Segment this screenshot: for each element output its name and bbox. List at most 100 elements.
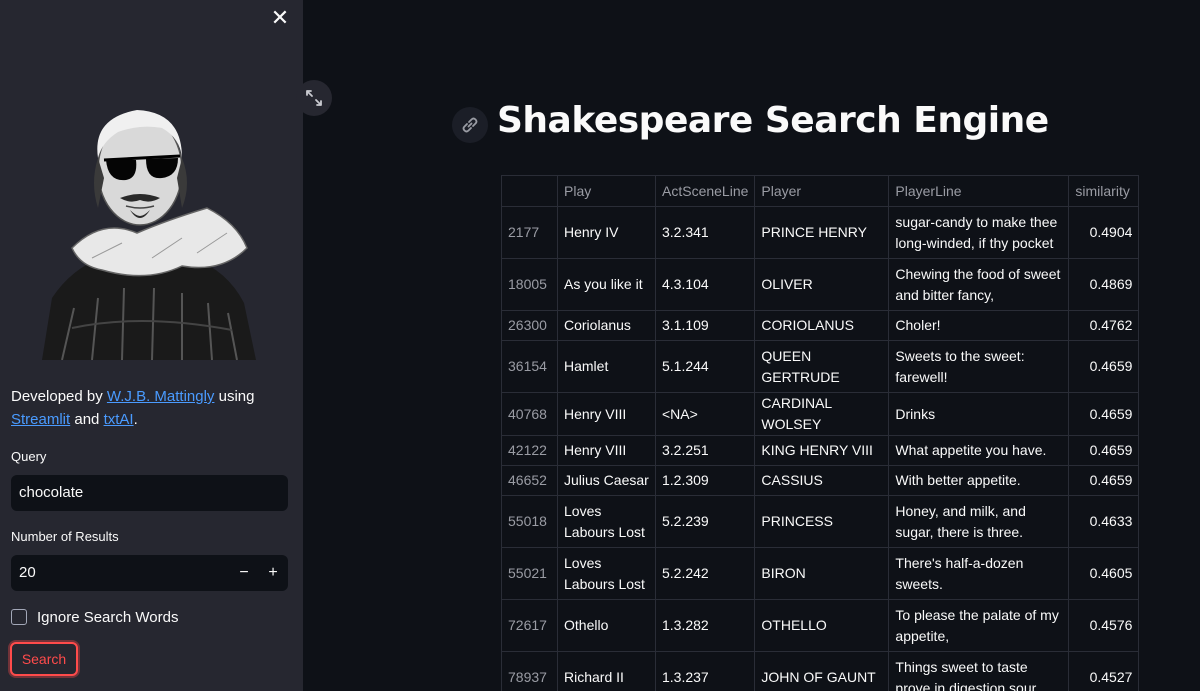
expand-icon	[306, 90, 322, 106]
cell-actsceneline: 1.3.237	[654, 651, 756, 691]
cell-play: Coriolanus	[557, 310, 656, 341]
cell-play: Julius Caesar	[557, 465, 656, 496]
cell-player: CASSIUS	[754, 465, 890, 496]
table-row[interactable]: 78937 Richard II 1.3.237 JOHN OF GAUNT T…	[501, 651, 1140, 691]
cell-playerline: What appetite you have.	[888, 435, 1070, 466]
cell-play: Loves Labours Lost	[557, 547, 656, 600]
cell-actsceneline: 3.1.109	[654, 310, 756, 341]
row-index: 40768	[501, 392, 558, 436]
column-header-play[interactable]: Play	[557, 175, 656, 207]
cell-similarity: 0.4762	[1068, 310, 1140, 341]
credit-and: and	[70, 411, 104, 428]
expand-button[interactable]	[296, 80, 332, 116]
row-index: 72617	[501, 599, 558, 652]
num-results-value[interactable]: 20	[19, 555, 36, 591]
cell-playerline: Drinks	[888, 392, 1070, 436]
close-sidebar-button[interactable]: ✕	[268, 8, 292, 32]
row-index: 18005	[501, 258, 558, 311]
cell-player: CARDINAL WOLSEY	[754, 392, 890, 436]
cell-playerline: Choler!	[888, 310, 1070, 341]
cell-actsceneline: 5.2.239	[654, 495, 756, 548]
table-row[interactable]: 26300 Coriolanus 3.1.109 CORIOLANUS Chol…	[501, 310, 1140, 341]
cell-player: QUEEN GERTRUDE	[754, 340, 890, 393]
cell-actsceneline: 5.2.242	[654, 547, 756, 600]
column-header-actsceneline[interactable]: ActSceneLine	[654, 175, 756, 207]
cell-play: Loves Labours Lost	[557, 495, 656, 548]
ignore-search-words-label: Ignore Search Words	[37, 608, 179, 626]
decrement-button[interactable]: −	[230, 555, 258, 591]
cell-actsceneline: 4.3.104	[654, 258, 756, 311]
cell-play: Henry VIII	[557, 435, 656, 466]
cell-playerline: Things sweet to taste prove in digestion…	[888, 651, 1070, 691]
row-index: 55018	[501, 495, 558, 548]
credit-period: .	[133, 411, 138, 428]
cell-playerline: Chewing the food of sweet and bitter fan…	[888, 258, 1070, 311]
close-icon: ✕	[270, 6, 290, 31]
cell-play: Othello	[557, 599, 656, 652]
row-index: 42122	[501, 435, 558, 466]
table-row[interactable]: 46652 Julius Caesar 1.2.309 CASSIUS With…	[501, 465, 1140, 496]
table-row[interactable]: 55018 Loves Labours Lost 5.2.239 PRINCES…	[501, 495, 1140, 548]
increment-button[interactable]: +	[259, 555, 287, 591]
ignore-search-words-checkbox[interactable]	[11, 609, 27, 625]
search-button[interactable]: Search	[10, 642, 78, 676]
table-row[interactable]: 72617 Othello 1.3.282 OTHELLO To please …	[501, 599, 1140, 652]
cell-similarity: 0.4659	[1068, 435, 1140, 466]
cell-player: PRINCESS	[754, 495, 890, 548]
cell-playerline: Honey, and milk, and sugar, there is thr…	[888, 495, 1070, 548]
cell-similarity: 0.4527	[1068, 651, 1140, 691]
sidebar: ✕ Developed by W.J.B. Mattingly using St…	[0, 0, 303, 691]
column-header-similarity[interactable]: similarity	[1068, 175, 1140, 207]
cell-similarity: 0.4904	[1068, 206, 1140, 259]
cell-similarity: 0.4659	[1068, 465, 1140, 496]
table-row[interactable]: 36154 Hamlet 5.1.244 QUEEN GERTRUDE Swee…	[501, 340, 1140, 393]
anchor-link-button[interactable]	[452, 107, 488, 143]
page-title: Shakespeare Search Engine	[497, 100, 1049, 141]
shakespeare-portrait	[42, 110, 256, 360]
cell-play: Hamlet	[557, 340, 656, 393]
num-results-input[interactable]: 20 − +	[11, 555, 288, 591]
credit-prefix: Developed by	[11, 388, 107, 405]
results-table[interactable]: Play ActSceneLine Player PlayerLine simi…	[501, 175, 1140, 691]
row-index: 46652	[501, 465, 558, 496]
streamlit-link[interactable]: Streamlit	[11, 411, 70, 428]
cell-similarity: 0.4633	[1068, 495, 1140, 548]
table-row[interactable]: 42122 Henry VIII 3.2.251 KING HENRY VIII…	[501, 435, 1140, 466]
table-row[interactable]: 55021 Loves Labours Lost 5.2.242 BIRON T…	[501, 547, 1140, 600]
cell-playerline: To please the palate of my appetite,	[888, 599, 1070, 652]
table-row[interactable]: 18005 As you like it 4.3.104 OLIVER Chew…	[501, 258, 1140, 311]
query-input[interactable]: chocolate	[11, 475, 288, 511]
num-results-label: Number of Results	[11, 529, 119, 544]
cell-similarity: 0.4869	[1068, 258, 1140, 311]
table-header-row: Play ActSceneLine Player PlayerLine simi…	[501, 175, 1140, 207]
column-header-playerline[interactable]: PlayerLine	[888, 175, 1070, 207]
cell-play: Henry VIII	[557, 392, 656, 436]
cell-playerline: Sweets to the sweet: farewell!	[888, 340, 1070, 393]
ignore-search-words-row[interactable]: Ignore Search Words	[11, 607, 178, 627]
txtai-link[interactable]: txtAI	[104, 411, 134, 428]
cell-similarity: 0.4659	[1068, 392, 1140, 436]
table-row[interactable]: 40768 Henry VIII <NA> CARDINAL WOLSEY Dr…	[501, 392, 1140, 436]
column-header-index[interactable]	[501, 175, 558, 207]
row-index: 2177	[501, 206, 558, 259]
cell-player: OLIVER	[754, 258, 890, 311]
cell-player: OTHELLO	[754, 599, 890, 652]
column-header-player[interactable]: Player	[754, 175, 890, 207]
cell-player: CORIOLANUS	[754, 310, 890, 341]
query-label: Query	[11, 449, 47, 464]
cell-player: BIRON	[754, 547, 890, 600]
cell-play: Richard II	[557, 651, 656, 691]
row-index: 55021	[501, 547, 558, 600]
cell-play: As you like it	[557, 258, 656, 311]
cell-actsceneline: 5.1.244	[654, 340, 756, 393]
link-icon	[462, 117, 478, 133]
cell-player: PRINCE HENRY	[754, 206, 890, 259]
cell-playerline: There's half-a-dozen sweets.	[888, 547, 1070, 600]
author-link[interactable]: W.J.B. Mattingly	[107, 388, 215, 405]
table-row[interactable]: 2177 Henry IV 3.2.341 PRINCE HENRY sugar…	[501, 206, 1140, 259]
cell-actsceneline: 1.2.309	[654, 465, 756, 496]
cell-playerline: With better appetite.	[888, 465, 1070, 496]
cell-actsceneline: <NA>	[654, 392, 756, 436]
cell-player: KING HENRY VIII	[754, 435, 890, 466]
cell-similarity: 0.4659	[1068, 340, 1140, 393]
